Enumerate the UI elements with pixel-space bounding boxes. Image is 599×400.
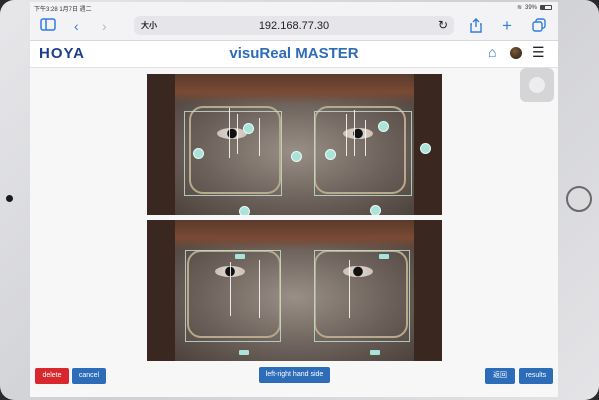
back-arrow-icon[interactable]: ‹ <box>74 18 79 34</box>
front-camera <box>6 195 13 202</box>
pupil-guide-line[interactable] <box>230 262 231 316</box>
measure-point-marker[interactable] <box>325 149 336 160</box>
pupil-guide-line[interactable] <box>237 114 238 154</box>
measure-point-marker[interactable] <box>239 206 250 215</box>
page-title: visuReal MASTER <box>229 45 359 62</box>
front-measurement-photo[interactable] <box>147 74 442 215</box>
address-bar[interactable]: 大小 192.168.77.30 ↻ <box>134 16 454 35</box>
hair-shape <box>147 220 175 361</box>
side-measurement-photo[interactable] <box>147 220 442 361</box>
measure-tag[interactable] <box>239 350 249 355</box>
reload-icon[interactable]: ↻ <box>438 18 448 32</box>
wifi-icon: ≋ <box>516 5 522 11</box>
screen: 下午3:28 1月7日 週二 ≋ 39% ‹ › 大小 192.168.77.3… <box>30 2 558 397</box>
hair-shape <box>147 74 442 104</box>
status-bar: 下午3:28 1月7日 週二 ≋ 39% <box>30 2 558 13</box>
cancel-button[interactable]: cancel <box>72 368 106 384</box>
avatar[interactable] <box>510 47 522 59</box>
sidebar-icon[interactable] <box>40 18 56 34</box>
forward-arrow-icon[interactable]: › <box>102 18 107 34</box>
tabs-icon[interactable] <box>532 18 546 35</box>
hair-shape <box>147 220 442 250</box>
pupil-guide-line[interactable] <box>365 120 366 156</box>
measure-tag[interactable] <box>379 254 389 259</box>
browser-toolbar: ‹ › 大小 192.168.77.30 ↻ + <box>30 13 558 41</box>
floating-assistive-button[interactable] <box>520 68 554 102</box>
pupil-guide-line[interactable] <box>259 118 260 156</box>
battery-icon <box>540 5 552 10</box>
pupil-guide-line[interactable] <box>354 110 355 156</box>
menu-icon[interactable]: ☰ <box>532 44 545 61</box>
battery-fill <box>541 6 545 9</box>
ipad-home-button[interactable] <box>566 186 592 212</box>
url-text: 192.168.77.30 <box>258 20 330 32</box>
right-measure-box[interactable] <box>314 250 410 342</box>
measure-point-marker[interactable] <box>291 151 302 162</box>
app-header: HOYA visuReal MASTER ⌂ ☰ <box>30 41 558 68</box>
status-indicators: ≋ 39% <box>517 4 552 11</box>
status-time-date: 下午3:28 1月7日 週二 <box>34 7 92 13</box>
new-tab-icon[interactable]: + <box>502 17 512 34</box>
floating-button-dot <box>529 77 545 93</box>
home-icon[interactable]: ⌂ <box>488 44 496 60</box>
pupil-guide-line[interactable] <box>346 114 347 156</box>
share-icon[interactable] <box>470 18 482 36</box>
measure-point-marker[interactable] <box>378 121 389 132</box>
hair-shape <box>147 74 175 215</box>
left-measure-box[interactable] <box>185 250 281 342</box>
left-right-side-button[interactable]: left-right hand side <box>259 367 330 383</box>
delete-button[interactable]: delete <box>35 368 69 384</box>
measure-point-marker[interactable] <box>370 205 381 215</box>
pupil-guide-line[interactable] <box>349 260 350 318</box>
measure-point-marker[interactable] <box>420 143 431 154</box>
measure-tag[interactable] <box>370 350 380 355</box>
pupil-guide-line[interactable] <box>229 108 230 158</box>
measure-point-marker[interactable] <box>193 148 204 159</box>
back-button[interactable]: 返回 <box>485 368 515 384</box>
pupil-guide-line[interactable] <box>259 260 260 318</box>
main-content: delete cancel left-right hand side 返回 re… <box>30 68 558 397</box>
measure-tag[interactable] <box>235 254 245 259</box>
battery-percent: 39% <box>524 4 537 11</box>
results-button[interactable]: results <box>519 368 553 384</box>
ipad-frame: 下午3:28 1月7日 週二 ≋ 39% ‹ › 大小 192.168.77.3… <box>0 0 599 400</box>
measure-point-marker[interactable] <box>243 123 254 134</box>
hair-shape <box>414 220 442 361</box>
